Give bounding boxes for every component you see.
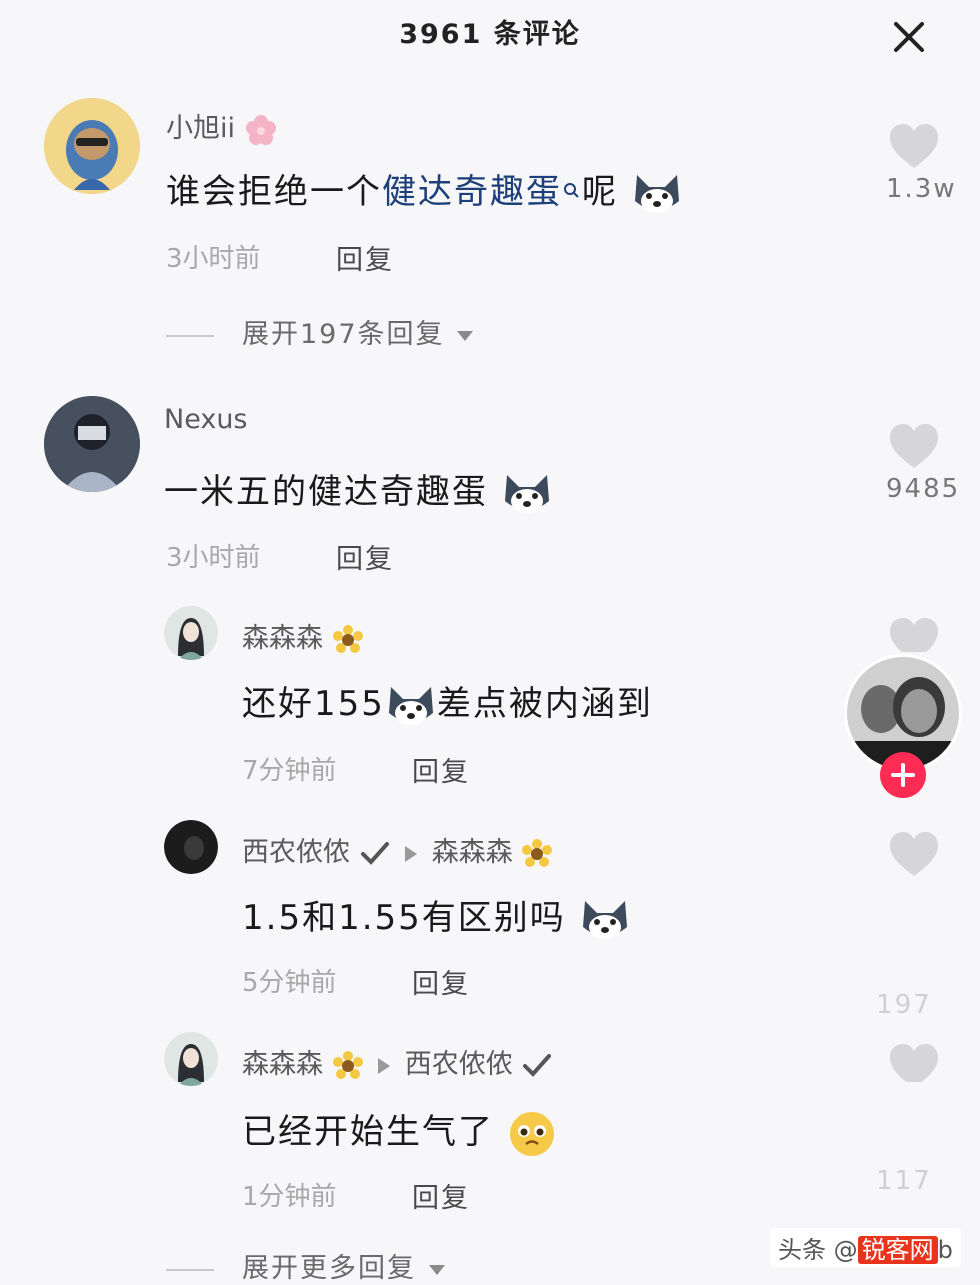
reply-item: 森森森 西农侬侬 已经开始生气了 1分钟前 回复 117 [0, 0, 980, 1220]
reply-username[interactable]: 森森森 西农侬侬 [242, 1042, 553, 1082]
caret-down-icon [428, 1264, 445, 1275]
expand-more-replies-button[interactable]: 展开更多回复 [166, 1246, 447, 1285]
reply-button[interactable]: 回复 [412, 1176, 470, 1215]
reply-time: 1分钟前 [242, 1182, 337, 1212]
like-button[interactable] [886, 1042, 942, 1088]
like-count-ghost: 117 [876, 1166, 932, 1196]
sunflower-icon [332, 1050, 363, 1079]
divider-line [166, 1268, 214, 1271]
heart-icon [890, 1044, 938, 1088]
checkmark-icon [523, 1053, 552, 1077]
avatar[interactable] [164, 1032, 218, 1086]
watermark: 头条 @ 锐客网 b [770, 1228, 961, 1267]
reply-arrow-icon [378, 1057, 391, 1074]
reply-text: 已经开始生气了 [242, 1104, 557, 1158]
pleading-face-emoji-icon [509, 1111, 554, 1156]
